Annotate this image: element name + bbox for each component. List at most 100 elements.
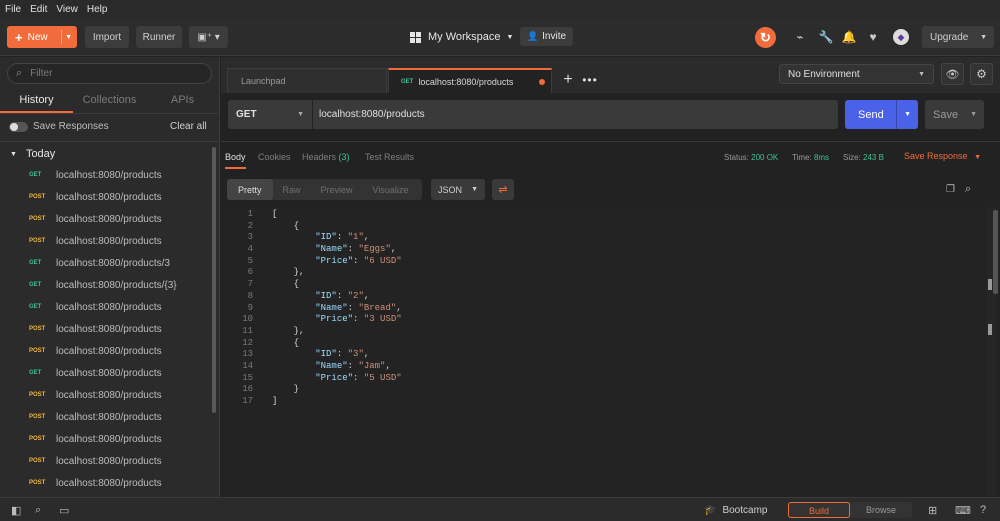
line-number: 15 xyxy=(242,372,253,383)
view-raw[interactable]: Raw xyxy=(273,179,311,200)
tab-history[interactable]: History xyxy=(0,90,73,113)
code-line: }, xyxy=(272,267,305,278)
filter-input[interactable] xyxy=(30,68,181,79)
history-item[interactable]: GET localhost:8080/products xyxy=(0,362,212,384)
find-icon[interactable]: ⌕ xyxy=(35,504,41,517)
main-pane: Launchpad GET localhost:8080/products + … xyxy=(221,57,1000,497)
status-value: 200 OK xyxy=(751,153,779,162)
status-label: Status: xyxy=(724,153,749,162)
upgrade-button[interactable]: Upgrade ▼ xyxy=(922,26,994,48)
tab-test-results[interactable]: Test Results xyxy=(365,152,414,162)
history-item-url: localhost:8080/products xyxy=(56,389,162,401)
tab-request-active[interactable]: GET localhost:8080/products xyxy=(388,68,552,93)
view-pretty[interactable]: Pretty xyxy=(227,179,273,200)
send-button[interactable]: Send ▼ xyxy=(845,100,918,129)
tab-launchpad[interactable]: Launchpad xyxy=(227,68,387,93)
clear-all-button[interactable]: Clear all xyxy=(170,121,207,132)
user-badge-icon[interactable]: ◆ xyxy=(893,29,909,45)
history-item[interactable]: POST localhost:8080/products xyxy=(0,406,212,428)
history-item[interactable]: GET localhost:8080/products/3 xyxy=(0,252,212,274)
save-responses-toggle[interactable] xyxy=(9,121,28,132)
import-button[interactable]: Import xyxy=(85,26,129,48)
satellite-icon[interactable]: ⌁ xyxy=(792,29,808,45)
tab-apis[interactable]: APIs xyxy=(146,90,219,113)
tab-collections[interactable]: Collections xyxy=(73,90,146,113)
history-item[interactable]: POST localhost:8080/products xyxy=(0,186,212,208)
view-visualize[interactable]: Visualize xyxy=(363,179,419,200)
new-button[interactable]: + New ▼ xyxy=(7,26,77,48)
history-item[interactable]: GET localhost:8080/products xyxy=(0,296,212,318)
unsaved-dot-icon xyxy=(539,79,545,85)
save-responses-toggle-row: Save Responses xyxy=(9,121,109,132)
code-line: "Name": "Eggs", xyxy=(315,244,397,255)
history-item[interactable]: POST localhost:8080/products xyxy=(0,450,212,472)
line-numbers: 1 2 3 4 5 6 7 8 9 10 11 12 13 14 15 16 17 xyxy=(227,209,253,408)
history-item-url: localhost:8080/products xyxy=(56,301,162,313)
menu-view[interactable]: View xyxy=(56,4,78,15)
tab-options-button[interactable]: ••• xyxy=(581,71,599,89)
format-select[interactable]: JSON ▼ xyxy=(431,179,485,200)
search-icon[interactable]: ⌕ xyxy=(965,183,971,196)
history-item[interactable]: POST localhost:8080/products xyxy=(0,318,212,340)
url-input[interactable] xyxy=(319,109,819,120)
layout-icon[interactable]: ⊞ xyxy=(928,504,937,517)
console-icon[interactable]: ▭ xyxy=(59,504,69,517)
url-field[interactable] xyxy=(313,100,838,129)
wrap-icon[interactable]: ⇌ xyxy=(492,179,514,200)
filter-field[interactable]: ⌕ xyxy=(7,63,212,84)
history-item[interactable]: POST localhost:8080/products xyxy=(0,208,212,230)
wrench-icon[interactable]: 🔧 xyxy=(818,29,834,45)
chevron-down-icon[interactable]: ▼ xyxy=(904,111,911,118)
history-item-method: GET xyxy=(29,370,42,376)
new-tab-button[interactable]: + xyxy=(559,71,577,89)
browse-button[interactable]: Browse xyxy=(850,502,912,518)
history-group-today[interactable]: ▼ Today xyxy=(10,148,55,160)
heart-icon[interactable]: ♥ xyxy=(865,29,881,45)
response-body-editor[interactable]: 1 2 3 4 5 6 7 8 9 10 11 12 13 14 15 16 17 [ { "ID": "1",… xyxy=(227,207,987,497)
runner-button[interactable]: Runner xyxy=(136,26,182,48)
workspace-selector[interactable]: My Workspace ▼ xyxy=(410,28,513,46)
tab-headers[interactable]: Headers (3) xyxy=(302,152,350,162)
line-number: 9 xyxy=(247,302,253,313)
headers-label: Headers xyxy=(302,152,337,162)
keyboard-icon[interactable]: ⌨ xyxy=(955,504,971,517)
sidebar-scrollbar[interactable] xyxy=(212,147,216,413)
save-response-button[interactable]: Save Response ▼ xyxy=(904,151,981,161)
help-icon[interactable]: ? xyxy=(980,504,986,516)
build-button[interactable]: Build xyxy=(788,502,850,518)
invite-button[interactable]: 👤 Invite xyxy=(520,27,573,46)
history-item[interactable]: POST localhost:8080/products xyxy=(0,472,212,494)
history-item[interactable]: POST localhost:8080/products xyxy=(0,340,212,362)
main-scrollbar[interactable] xyxy=(993,210,998,294)
bootcamp-button[interactable]: 🎓 Bootcamp xyxy=(704,505,767,516)
history-item[interactable]: POST localhost:8080/products xyxy=(0,230,212,252)
menu-edit[interactable]: Edit xyxy=(30,4,47,15)
code-line: ] xyxy=(272,396,278,406)
gear-icon[interactable]: ⚙ xyxy=(970,63,993,85)
build-browse-toggle: Build Browse xyxy=(788,502,912,518)
history-item[interactable]: POST localhost:8080/products xyxy=(0,428,212,450)
method-select[interactable]: GET ▼ xyxy=(228,100,312,129)
copy-icon[interactable]: ❐ xyxy=(946,184,955,195)
menu-file[interactable]: File xyxy=(5,4,21,15)
eye-icon[interactable]: 👁 xyxy=(941,63,964,85)
sync-icon[interactable]: ↻ xyxy=(755,27,776,48)
new-window-button[interactable]: ▣⁺ ▾ xyxy=(189,26,228,48)
tab-cookies[interactable]: Cookies xyxy=(258,152,291,162)
chevron-down-icon[interactable]: ▼ xyxy=(65,34,72,41)
sidebar-icon[interactable]: ◧ xyxy=(11,504,21,517)
environment-select[interactable]: No Environment ▼ xyxy=(779,64,934,84)
size-label: Size: xyxy=(843,153,861,162)
menu-help[interactable]: Help xyxy=(87,4,108,15)
view-mode-group: Pretty Raw Preview Visualize xyxy=(227,179,422,200)
bell-icon[interactable]: 🔔 xyxy=(841,29,857,45)
chevron-down-icon: ▼ xyxy=(918,70,925,78)
view-preview[interactable]: Preview xyxy=(311,179,363,200)
tab-body[interactable]: Body xyxy=(225,152,246,169)
history-item-url: localhost:8080/products/{3} xyxy=(56,279,177,291)
history-item[interactable]: POST localhost:8080/products xyxy=(0,384,212,406)
history-item[interactable]: GET localhost:8080/products/{3} xyxy=(0,274,212,296)
code-line: "ID": "2", xyxy=(315,290,370,301)
save-button[interactable]: Save ▼ xyxy=(925,100,984,129)
history-item[interactable]: GET localhost:8080/products xyxy=(0,164,212,186)
